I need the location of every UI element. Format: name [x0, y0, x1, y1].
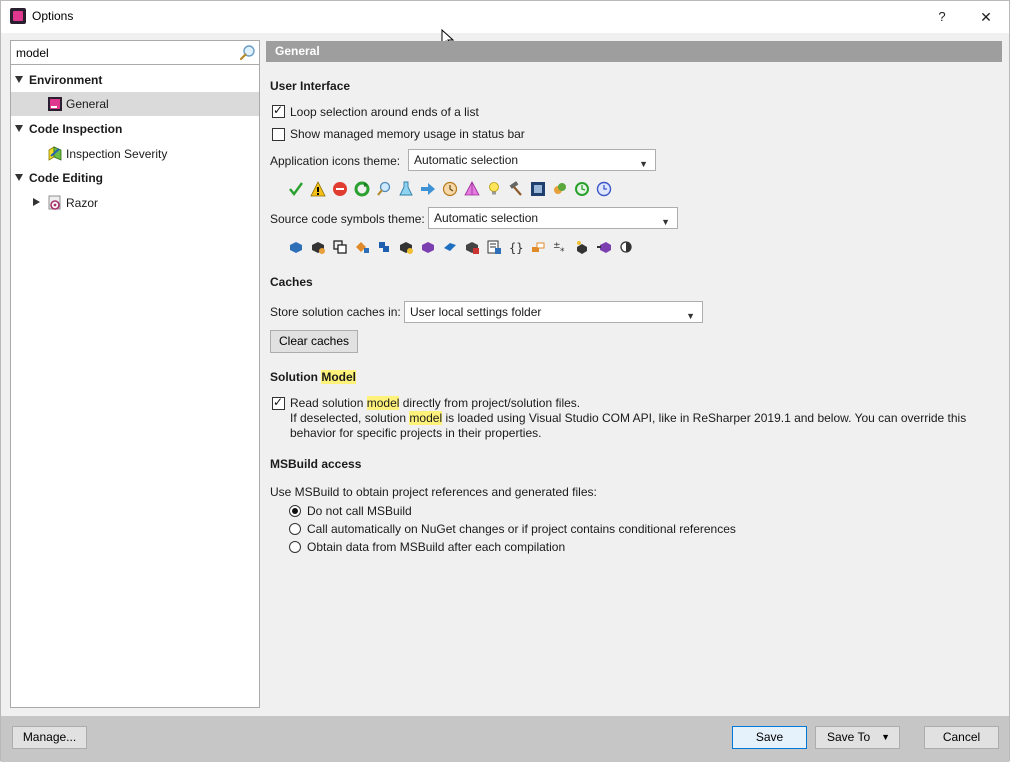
search-box: [11, 41, 259, 65]
expand-arrow-icon[interactable]: [15, 174, 23, 181]
resharper-app-icon: [10, 8, 26, 24]
store-caches-select[interactable]: User local settings folder ▼: [404, 301, 703, 323]
contrast-symbol-icon: [620, 241, 632, 253]
tree-node-general[interactable]: General: [11, 92, 259, 116]
title-bar: Options ? ✕: [1, 1, 1009, 33]
solution-model-description-line-2: behavior for specific projects in their …: [290, 426, 542, 440]
show-memory-label: Show managed memory usage in status bar: [290, 127, 525, 141]
pills-icon: [554, 183, 566, 194]
pyramid-icon: [464, 181, 480, 196]
chevron-down-icon: ▼: [661, 217, 670, 227]
radio-obtain-after-compilation[interactable]: [289, 541, 301, 553]
dropdown-arrow-icon[interactable]: ▼: [881, 727, 890, 748]
refresh-icon: [354, 181, 370, 197]
store-caches-label: Store solution caches in:: [270, 305, 401, 319]
chevron-down-icon: ▼: [686, 311, 695, 321]
source-symbols-preview: {} ± *: [288, 238, 640, 256]
class-symbol-icon: [290, 242, 302, 253]
enum-symbol-icon: [356, 242, 369, 253]
app-icons-theme-select[interactable]: Automatic selection ▼: [408, 149, 656, 171]
options-tree-panel: Environment General Code Inspection: [10, 40, 260, 708]
radio-label-do-not-call: Do not call MSBuild: [307, 504, 412, 518]
field-symbol-icon: [422, 242, 434, 253]
clear-caches-button[interactable]: Clear caches: [270, 330, 358, 353]
show-memory-checkbox[interactable]: [272, 128, 285, 141]
constant-symbol-icon: [577, 241, 587, 254]
user-interface-heading: User Interface: [270, 79, 351, 93]
app-icons-preview: [288, 180, 618, 198]
error-icon: [333, 182, 347, 196]
tree-node-environment[interactable]: Environment: [11, 68, 259, 92]
manage-button[interactable]: Manage...: [12, 726, 87, 749]
save-button[interactable]: Save: [732, 726, 807, 749]
navigate-icon: [421, 183, 435, 195]
loop-selection-checkbox[interactable]: [272, 103, 285, 118]
settings-page: User Interface Loop selection around end…: [270, 63, 1002, 708]
expand-arrow-icon[interactable]: [15, 125, 23, 132]
tree-node-inspection-severity[interactable]: Inspection Severity: [11, 142, 259, 166]
radio-do-not-call-msbuild[interactable]: [289, 505, 301, 517]
razor-icon: [48, 195, 61, 210]
radio-label-obtain-after-compilation: Obtain data from MSBuild after each comp…: [307, 540, 566, 554]
msbuild-heading: MSBuild access: [270, 457, 362, 471]
warning-icon: [310, 181, 326, 197]
property-symbol-icon: [444, 243, 456, 251]
read-solution-model-checkbox[interactable]: [272, 395, 285, 410]
struct-symbol-icon: [333, 240, 347, 254]
chevron-down-icon: ▼: [639, 159, 648, 169]
inspection-severity-icon: [48, 146, 62, 161]
interface-symbol-icon: [312, 242, 325, 254]
braces-symbol-icon: {}: [509, 241, 523, 255]
collapse-arrow-icon[interactable]: [33, 198, 40, 206]
search-usages-icon: [377, 181, 391, 196]
save-to-button[interactable]: Save To ▼: [815, 726, 900, 749]
msbuild-intro-label: Use MSBuild to obtain project references…: [270, 485, 597, 499]
lightbulb-icon: [489, 182, 499, 195]
app-icons-theme-label: Application icons theme:: [270, 154, 401, 168]
flask-icon: [399, 181, 413, 196]
clock-icon: [596, 181, 612, 197]
search-input[interactable]: [14, 43, 236, 62]
help-button[interactable]: ?: [929, 4, 955, 30]
options-window: Options ? ✕ Environment: [0, 0, 1010, 762]
method-symbol-icon: [400, 242, 413, 254]
tree-node-code-inspection[interactable]: Code Inspection: [11, 117, 259, 141]
source-symbols-theme-select[interactable]: Automatic selection ▼: [428, 207, 678, 229]
source-symbols-theme-label: Source code symbols theme:: [270, 212, 425, 226]
dialog-footer: Manage... Save Save To ▼ Cancel: [1, 716, 1009, 762]
radio-label-call-automatically: Call automatically on NuGet changes or i…: [307, 522, 736, 536]
hammer-icon: [509, 181, 522, 196]
check-icon: [289, 182, 303, 196]
svg-text:*: *: [560, 247, 565, 255]
solution-model-description-line-1: If deselected, solution model is loaded …: [290, 411, 967, 425]
window-title: Options: [32, 9, 74, 23]
cancel-button[interactable]: Cancel: [924, 726, 999, 749]
solution-model-heading: Solution Model: [270, 370, 356, 384]
operator-symbol-icon: ±*: [553, 241, 565, 255]
loop-selection-label: Loop selection around ends of a list: [290, 105, 479, 119]
namespace-symbol-icon: [379, 242, 389, 252]
variable-symbol-icon: [532, 242, 545, 252]
page-title: General: [266, 41, 1002, 62]
tree-node-code-editing[interactable]: Code Editing: [11, 166, 259, 190]
time-icon: [442, 181, 458, 197]
tree-node-razor[interactable]: Razor: [11, 191, 259, 215]
event-symbol-icon: [466, 242, 479, 254]
svg-text:{}: {}: [509, 241, 523, 255]
resharper-icon: [48, 97, 62, 111]
close-button[interactable]: ✕: [973, 4, 999, 30]
film-icon: [531, 182, 545, 196]
delegate-symbol-icon: [487, 240, 501, 254]
read-solution-model-label: Read solution model directly from projec…: [290, 396, 581, 410]
search-icon[interactable]: [239, 44, 257, 62]
history-icon: [575, 182, 589, 196]
expand-arrow-icon[interactable]: [15, 76, 23, 83]
module-symbol-icon: [597, 242, 611, 253]
caches-heading: Caches: [270, 275, 313, 289]
radio-call-automatically[interactable]: [289, 523, 301, 535]
